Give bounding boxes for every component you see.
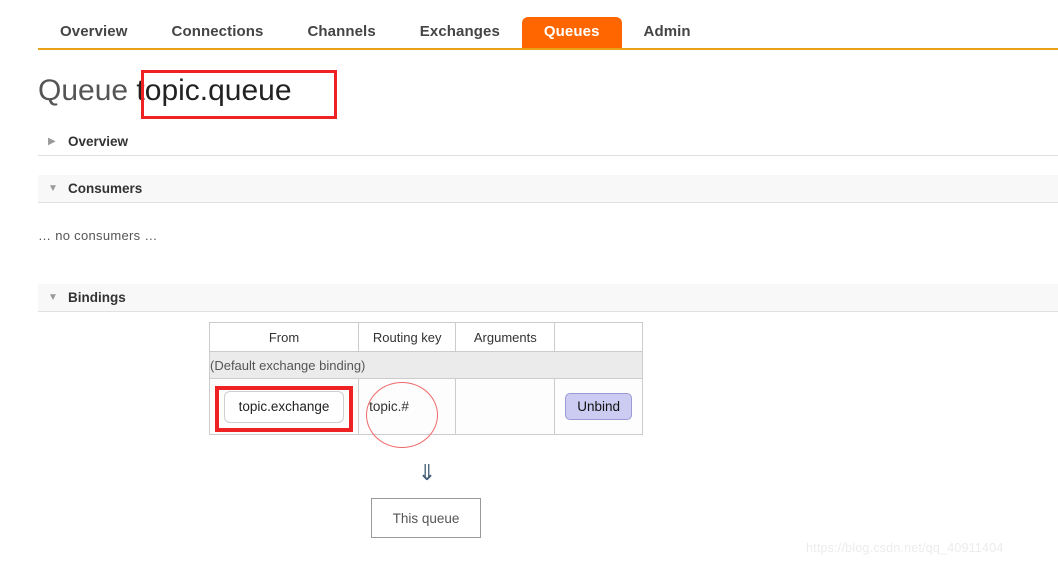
top-navigation-bar: Overview Connections Channels Exchanges … bbox=[0, 0, 1058, 50]
default-exchange-binding-label: (Default exchange binding) bbox=[209, 351, 643, 379]
bindings-table-header-row: From Routing key Arguments bbox=[208, 322, 643, 352]
section-header-overview[interactable]: ▶ Overview bbox=[38, 128, 1058, 156]
column-header-actions bbox=[554, 322, 643, 352]
page-title-prefix: Queue bbox=[38, 74, 129, 107]
nav-tab-list: Overview Connections Channels Exchanges … bbox=[38, 0, 713, 48]
unbind-button[interactable]: Unbind bbox=[565, 393, 633, 420]
default-exchange-binding-row: (Default exchange binding) bbox=[209, 351, 643, 379]
binding-action-cell: Unbind bbox=[554, 378, 643, 435]
section-title-bindings: Bindings bbox=[68, 290, 126, 305]
bindings-table: From Routing key Arguments (Default exch… bbox=[208, 322, 643, 435]
section-header-bindings[interactable]: ▼ Bindings bbox=[38, 284, 1058, 312]
binding-from-cell: topic.exchange bbox=[208, 378, 360, 435]
table-row: topic.exchange topic.# Unbind bbox=[208, 378, 643, 435]
page-title-queue-name: topic.queue bbox=[136, 74, 292, 107]
nav-tab-exchanges[interactable]: Exchanges bbox=[398, 17, 522, 48]
watermark-text: https://blog.csdn.net/qq_40911404 bbox=[806, 541, 1004, 555]
collapsed-triangle-icon: ▶ bbox=[48, 135, 56, 147]
this-queue-label: This queue bbox=[392, 510, 460, 526]
nav-tab-overview[interactable]: Overview bbox=[38, 17, 150, 48]
consumers-empty-message: … no consumers … bbox=[38, 228, 158, 243]
binding-routing-key-value: topic.# bbox=[369, 399, 409, 414]
section-header-consumers[interactable]: ▼ Consumers bbox=[38, 175, 1058, 203]
column-header-arguments: Arguments bbox=[455, 322, 556, 352]
nav-underline-rule bbox=[38, 48, 1058, 50]
column-header-routing-key: Routing key bbox=[358, 322, 457, 352]
this-queue-box: This queue bbox=[371, 498, 481, 538]
nav-tab-queues[interactable]: Queues bbox=[521, 17, 622, 48]
binding-routing-key-cell: topic.# bbox=[358, 378, 457, 435]
nav-tab-connections[interactable]: Connections bbox=[150, 17, 286, 48]
exchange-link-topic-exchange[interactable]: topic.exchange bbox=[223, 390, 345, 423]
binding-arguments-cell bbox=[455, 378, 556, 435]
page-title: Queue topic.queue bbox=[38, 72, 292, 110]
column-header-from: From bbox=[208, 322, 360, 352]
section-title-overview: Overview bbox=[68, 134, 129, 149]
expanded-triangle-icon: ▼ bbox=[48, 182, 58, 194]
expanded-triangle-icon: ▼ bbox=[48, 291, 58, 303]
nav-tab-admin[interactable]: Admin bbox=[622, 17, 713, 48]
section-title-consumers: Consumers bbox=[68, 181, 143, 196]
double-down-arrow-icon: ⇓ bbox=[417, 460, 437, 485]
nav-tab-channels[interactable]: Channels bbox=[285, 17, 397, 48]
